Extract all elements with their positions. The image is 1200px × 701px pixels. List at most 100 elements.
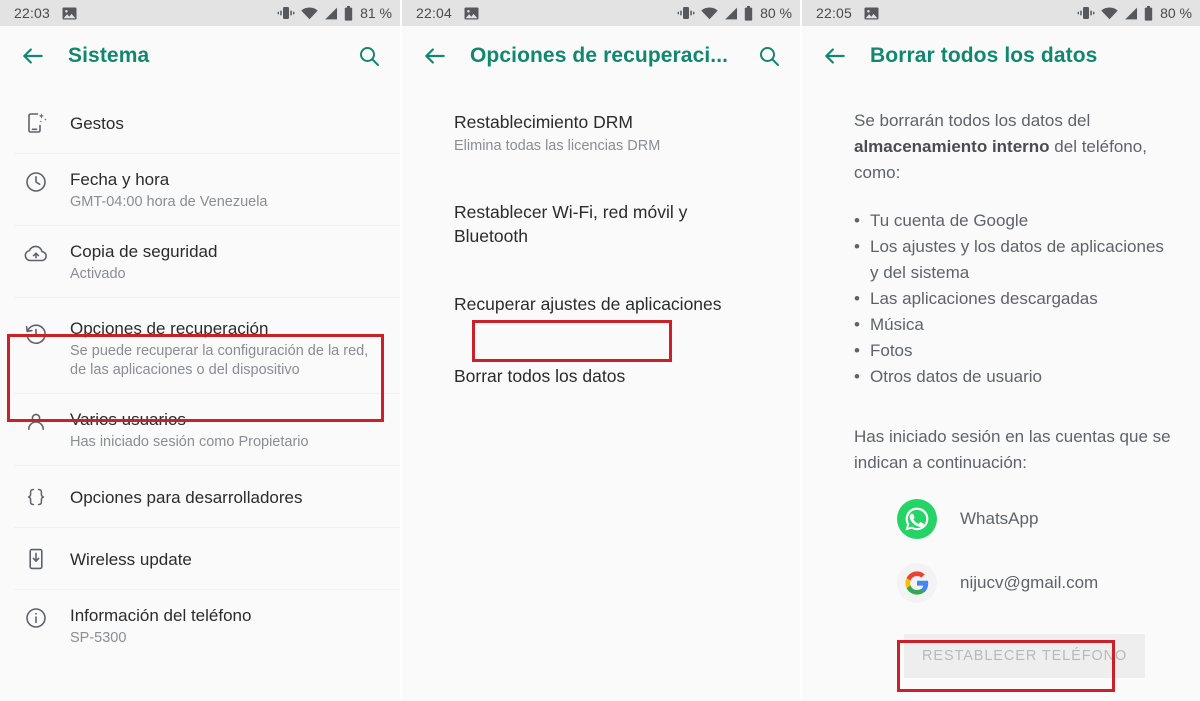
wipe-list-item: Fotos	[854, 338, 1172, 364]
settings-row-subtitle: SP-5300	[70, 630, 127, 646]
cellular-signal-icon	[324, 7, 338, 20]
recovery-row-title: Restablecer Wi-Fi, red móvil y Bluetooth	[454, 202, 688, 246]
status-bar-clock: 22:04	[416, 5, 453, 21]
curly-braces-icon	[14, 485, 58, 509]
settings-row-fecha-y-hora[interactable]: Fecha y hora GMT-04:00 hora de Venezuela	[0, 154, 400, 226]
settings-list: Gestos Fecha y hora GMT-04:00 hora de Ve…	[0, 86, 400, 662]
app-bar: Sistema	[0, 26, 400, 86]
reset-phone-button[interactable]: RESTABLECER TELÉFONO	[904, 634, 1146, 678]
whatsapp-icon	[896, 498, 938, 540]
accounts-description: Has iniciado sesión en las cuentas que s…	[854, 427, 1171, 472]
settings-row-title: Opciones para desarrolladores	[70, 487, 303, 507]
settings-row-text: Copia de seguridad Activado	[58, 240, 384, 284]
settings-row-text: Opciones para desarrolladores	[58, 486, 384, 509]
settings-row-text: Varios usuarios Has iniciado sesión como…	[58, 408, 384, 452]
cloud-upload-icon	[14, 240, 58, 266]
settings-row-title: Copia de seguridad	[70, 242, 218, 261]
arrow-back-icon[interactable]	[16, 39, 50, 73]
info-circle-icon	[14, 604, 58, 630]
status-bar-indicators: 80 %	[1077, 5, 1192, 21]
wifi-icon	[701, 7, 718, 20]
status-bar: 22:05 80 %	[802, 0, 1200, 26]
account-row-whatsapp: WhatsApp	[854, 498, 1172, 540]
search-icon[interactable]	[752, 39, 786, 73]
settings-row-title: Gestos	[70, 113, 124, 133]
wipe-description-bold: almacenamiento interno	[854, 137, 1050, 156]
settings-row-gestos[interactable]: Gestos	[0, 92, 400, 154]
reset-button-container: RESTABLECER TELÉFONO	[854, 634, 1172, 678]
vibrate-icon	[277, 6, 295, 20]
account-row-google: nijucv@gmail.com	[854, 562, 1172, 604]
settings-row-text: Información del teléfono SP-5300	[58, 604, 384, 648]
settings-row-varios-usuarios[interactable]: Varios usuarios Has iniciado sesión como…	[0, 394, 400, 466]
settings-row-text: Opciones de recuperación Se puede recupe…	[58, 312, 384, 380]
arrow-back-icon[interactable]	[418, 39, 452, 73]
account-name: nijucv@gmail.com	[960, 573, 1099, 592]
battery-icon	[344, 5, 353, 21]
clock-icon	[14, 168, 58, 194]
factory-reset-body: Se borrarán todos los datos del almacena…	[802, 86, 1200, 678]
settings-row-text: Wireless update	[58, 548, 384, 571]
panel-recovery-options: 22:04 80 % Opciones de recuperaci... Res…	[400, 0, 800, 701]
status-bar: 22:04 80 %	[402, 0, 800, 26]
wipe-list-item: Las aplicaciones descargadas	[854, 286, 1172, 312]
wipe-list-item: Música	[854, 312, 1172, 338]
account-name: WhatsApp	[960, 509, 1039, 528]
recovery-row-title: Restablecimiento DRM	[454, 112, 633, 132]
status-bar-clock: 22:05	[816, 5, 853, 21]
image-notification-icon	[864, 7, 879, 20]
recovery-row-restablecer-wifi[interactable]: Restablecer Wi-Fi, red móvil y Bluetooth	[402, 178, 800, 270]
history-restore-icon	[14, 312, 58, 346]
recovery-row-subtitle: Elimina todas las licencias DRM	[454, 138, 661, 154]
settings-row-copia-de-seguridad[interactable]: Copia de seguridad Activado	[0, 226, 400, 298]
vibrate-icon	[677, 6, 695, 20]
settings-row-wireless-update[interactable]: Wireless update	[0, 528, 400, 590]
phone-download-icon	[14, 547, 58, 571]
cellular-signal-icon	[724, 7, 738, 20]
settings-row-informacion-del-telefono[interactable]: Información del teléfono SP-5300	[0, 590, 400, 662]
settings-row-subtitle: GMT-04:00 hora de Venezuela	[70, 194, 268, 210]
wipe-items-list: Tu cuenta de Google Los ajustes y los da…	[854, 208, 1172, 390]
wipe-list-item: Tu cuenta de Google	[854, 208, 1172, 234]
app-bar: Opciones de recuperaci...	[402, 26, 800, 86]
settings-row-title: Varios usuarios	[70, 410, 186, 429]
settings-row-subtitle: Activado	[70, 266, 126, 282]
settings-row-text: Gestos	[58, 112, 384, 135]
page-title: Sistema	[68, 44, 150, 67]
recovery-row-title: Borrar todos los datos	[454, 366, 626, 386]
google-icon	[896, 562, 938, 604]
settings-row-title: Fecha y hora	[70, 170, 170, 189]
recovery-row-recuperar-ajustes[interactable]: Recuperar ajustes de aplicaciones	[402, 270, 800, 338]
panel-factory-reset: 22:05 80 % Borrar todos los datos Se bor…	[800, 0, 1200, 701]
status-bar-clock: 22:03	[14, 5, 51, 21]
recovery-row-restablecimiento-drm[interactable]: Restablecimiento DRM Elimina todas las l…	[402, 96, 800, 178]
three-screenshot-strip: 22:03 81 % Sistema Gestos Fecha y hora G…	[0, 0, 1200, 701]
settings-row-title: Wireless update	[70, 549, 192, 569]
page-title: Opciones de recuperaci...	[470, 44, 729, 67]
image-notification-icon	[464, 7, 479, 20]
wipe-list-item: Otros datos de usuario	[854, 364, 1172, 390]
battery-percentage: 81 %	[360, 5, 392, 21]
page-title: Borrar todos los datos	[870, 44, 1098, 67]
image-notification-icon	[62, 7, 77, 20]
wifi-icon	[1101, 7, 1118, 20]
battery-icon	[744, 5, 753, 21]
search-icon[interactable]	[352, 39, 386, 73]
person-icon	[14, 408, 58, 434]
wipe-list-item: Los ajustes y los datos de aplicaciones …	[854, 234, 1172, 286]
status-bar-indicators: 81 %	[277, 5, 392, 21]
status-bar-indicators: 80 %	[677, 5, 792, 21]
wipe-description-part1: Se borrarán todos los datos del	[854, 111, 1091, 130]
battery-icon	[1144, 5, 1153, 21]
cellular-signal-icon	[1124, 7, 1138, 20]
settings-row-text: Fecha y hora GMT-04:00 hora de Venezuela	[58, 168, 384, 212]
battery-percentage: 80 %	[760, 5, 792, 21]
recovery-row-borrar-todos-los-datos[interactable]: Borrar todos los datos	[402, 338, 800, 410]
settings-row-opciones-de-recuperacion[interactable]: Opciones de recuperación Se puede recupe…	[0, 298, 400, 394]
settings-row-subtitle: Se puede recuperar la configuración de l…	[70, 343, 369, 378]
settings-row-title: Opciones de recuperación	[70, 319, 269, 338]
app-bar: Borrar todos los datos	[802, 26, 1200, 86]
settings-row-opciones-para-desarrolladores[interactable]: Opciones para desarrolladores	[0, 466, 400, 528]
settings-row-subtitle: Has iniciado sesión como Propietario	[70, 434, 309, 450]
arrow-back-icon[interactable]	[818, 39, 852, 73]
